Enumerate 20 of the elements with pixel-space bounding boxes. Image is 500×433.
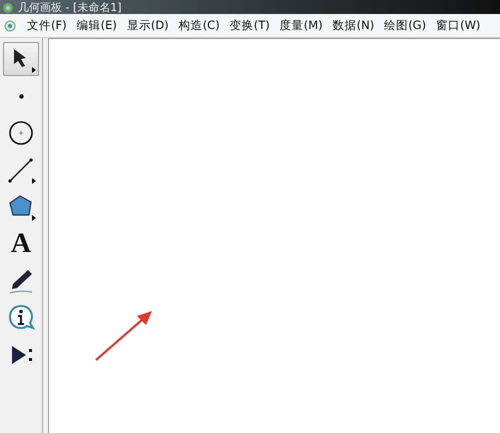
menu-item[interactable]: 变换(T) [224, 18, 275, 33]
menu-item[interactable]: 构造(C) [174, 18, 225, 33]
window-title: 几何画板 - [未命名1] [18, 2, 122, 14]
menu-item[interactable]: 窗口(W) [431, 18, 486, 33]
submenu-triangle-icon [32, 178, 36, 184]
annotation-arrow [95, 311, 152, 361]
document-icon[interactable] [4, 20, 16, 32]
menu-item[interactable]: 数据(N) [328, 18, 380, 33]
menu-item[interactable]: 显示(D) [122, 18, 174, 33]
menu-item[interactable]: 编辑(E) [72, 18, 122, 33]
submenu-triangle-icon [32, 215, 36, 221]
menu-item[interactable]: 文件(F) [22, 18, 72, 33]
point-icon [18, 94, 24, 98]
app-icon [2, 2, 14, 14]
arrow-pointer-tool-button[interactable] [3, 42, 39, 76]
menu-item[interactable]: 绘图(G) [379, 18, 432, 33]
submenu-triangle-icon [32, 67, 36, 73]
menu-item[interactable]: 度量(M) [274, 18, 328, 33]
circle-icon [6, 118, 36, 148]
text-tool-button[interactable]: A [3, 227, 39, 261]
